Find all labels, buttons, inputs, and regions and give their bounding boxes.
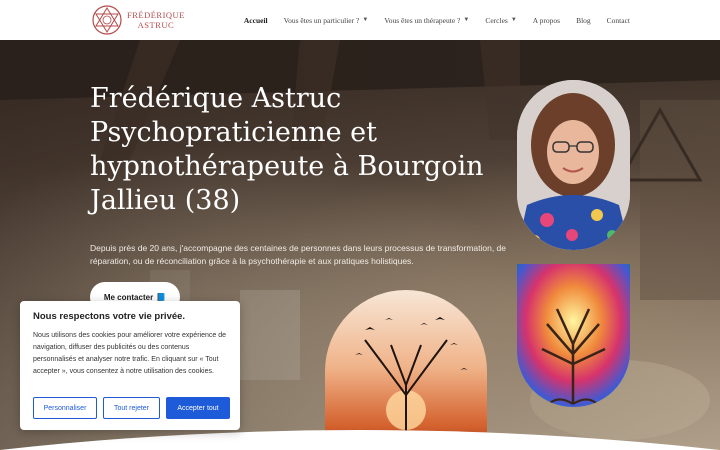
nav-item-particulier[interactable]: Vous êtes un particulier ? ▼ bbox=[284, 16, 369, 25]
nav-item-accueil[interactable]: Accueil bbox=[244, 16, 268, 25]
hero-title: Frédérique Astruc Psychopraticienne et h… bbox=[90, 83, 484, 216]
nav-label: Blog bbox=[576, 15, 591, 25]
chevron-down-icon: ▼ bbox=[463, 17, 470, 23]
customize-cookies-button[interactable]: Personnaliser bbox=[33, 397, 97, 419]
site-header: FRÉDÉRIQUE ASTRUC Accueil Vous êtes un p… bbox=[0, 0, 720, 40]
logo-line-2: ASTRUC bbox=[137, 20, 175, 30]
reject-all-button[interactable]: Tout rejeter bbox=[103, 397, 160, 419]
logo-mark-icon bbox=[92, 5, 122, 35]
cookie-text: Nous utilisons des cookies pour améliore… bbox=[33, 332, 226, 375]
nav-item-therapeute[interactable]: Vous êtes un thérapeute ? ▼ bbox=[384, 16, 469, 25]
hero-description: Depuis près de 20 ans, j'accompagne des … bbox=[90, 243, 507, 266]
chevron-down-icon: ▼ bbox=[510, 17, 517, 23]
cookie-buttons: Personnaliser Tout rejeter Accepter tout bbox=[33, 397, 230, 419]
nav-item-blog[interactable]: Blog bbox=[576, 16, 591, 25]
tree-illustration bbox=[517, 264, 630, 407]
nav-item-cercles[interactable]: Cercles ▼ bbox=[485, 16, 516, 25]
nav-label: Vous êtes un particulier ? bbox=[283, 15, 360, 25]
nav-item-apropos[interactable]: A propos bbox=[533, 16, 560, 25]
nav-label: Contact bbox=[606, 15, 630, 25]
nav-label: Accueil bbox=[243, 15, 268, 25]
cookie-title: Nous respectons votre vie privée. bbox=[33, 311, 186, 322]
nav-label: A propos bbox=[532, 15, 561, 25]
logo-line-1: FRÉDÉRIQUE bbox=[127, 10, 185, 20]
nav-label: Vous êtes un thérapeute ? bbox=[384, 15, 461, 25]
nav-label: Cercles bbox=[485, 15, 508, 25]
site-logo[interactable]: FRÉDÉRIQUE ASTRUC bbox=[91, 4, 185, 36]
logo-text: FRÉDÉRIQUE ASTRUC bbox=[127, 10, 185, 30]
chevron-down-icon: ▼ bbox=[362, 17, 369, 23]
nav-item-contact[interactable]: Contact bbox=[607, 16, 630, 25]
portrait-illustration bbox=[517, 80, 630, 250]
portrait-photo bbox=[517, 80, 630, 250]
main-nav: Accueil Vous êtes un particulier ? ▼ Vous… bbox=[244, 0, 630, 40]
accept-all-button[interactable]: Accepter tout bbox=[166, 397, 230, 419]
cookie-consent-banner: Nous respectons votre vie privée. Nous u… bbox=[20, 301, 240, 430]
tree-of-life-image bbox=[517, 264, 630, 407]
